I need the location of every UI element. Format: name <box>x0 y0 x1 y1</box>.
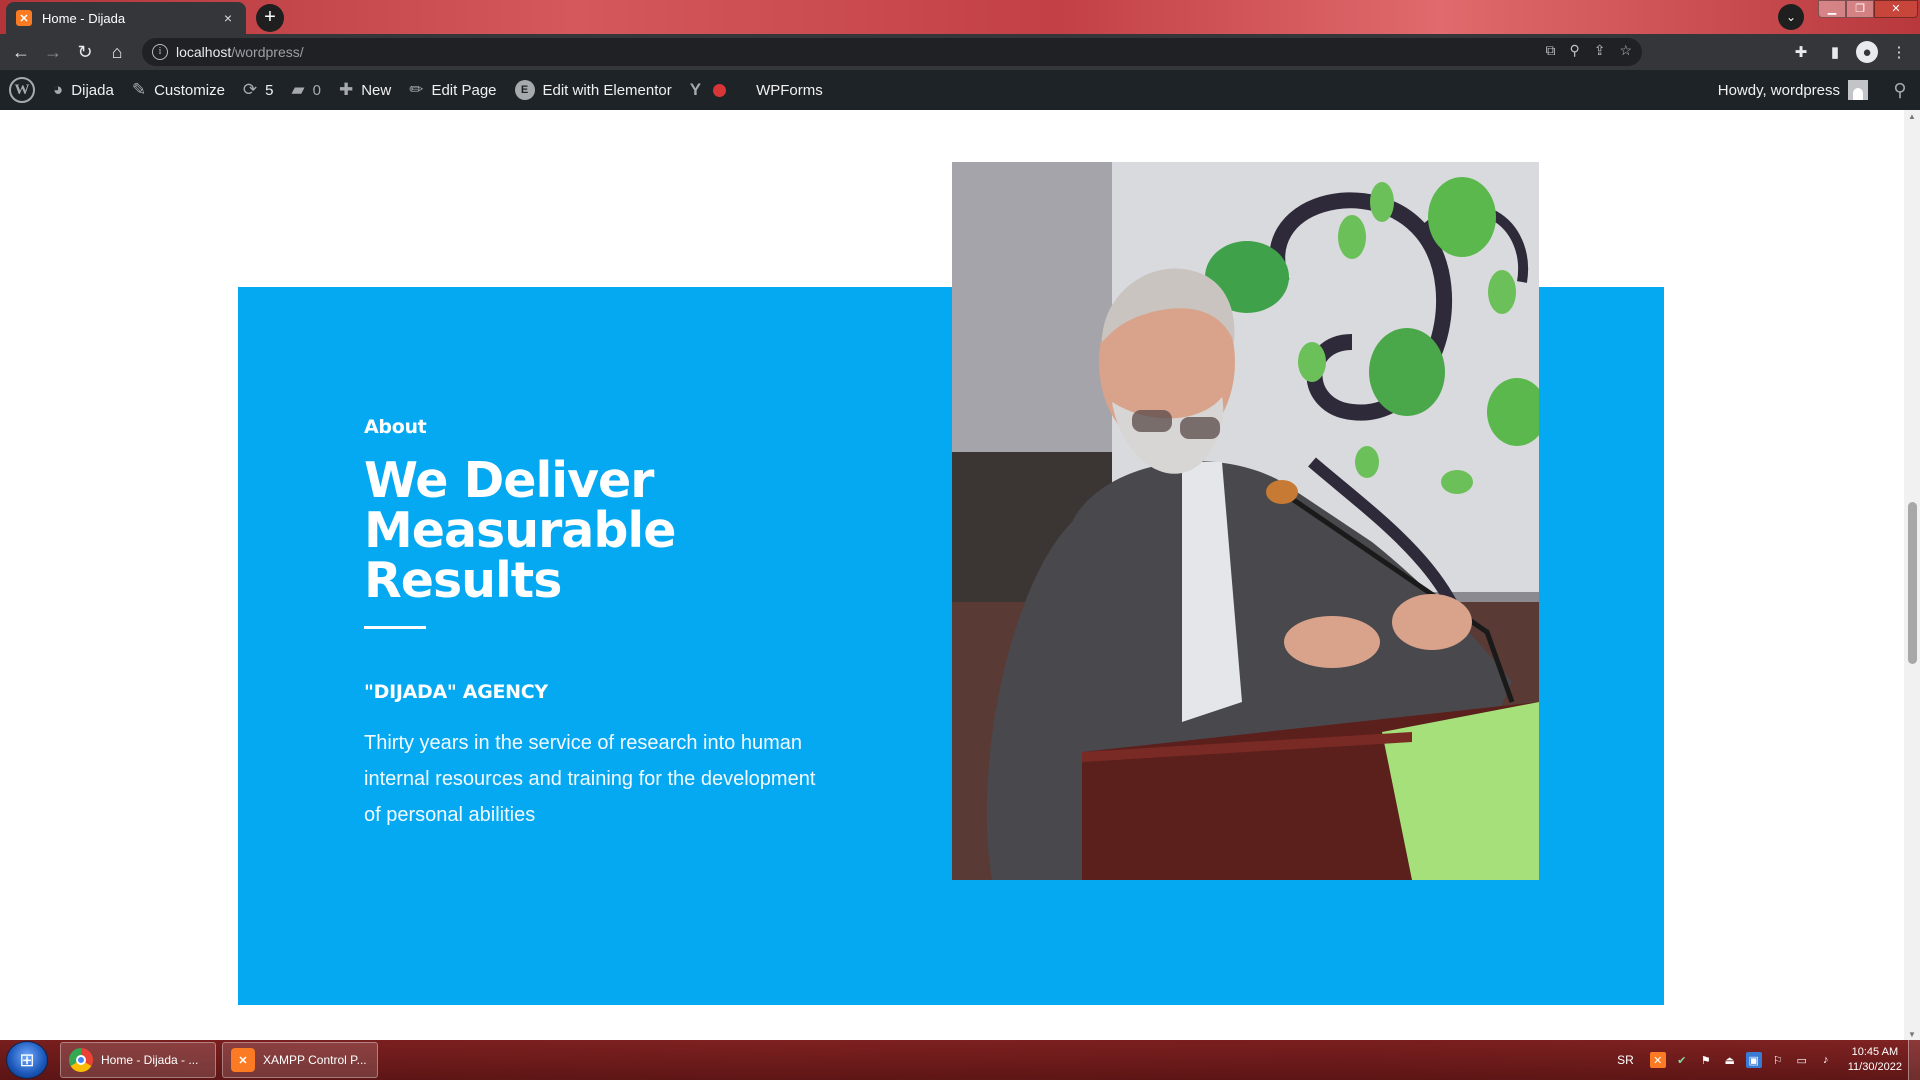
comment-bubble-icon: ▰ <box>291 80 305 99</box>
headline-line-1: We Deliver <box>364 452 654 509</box>
wpforms-menu[interactable]: WPForms <box>747 70 832 110</box>
page-scrollbar[interactable]: ▲ ▼ <box>1904 110 1920 1040</box>
back-arrow-icon[interactable]: ← <box>6 37 36 67</box>
comments-count: 0 <box>312 81 321 99</box>
headline-divider <box>364 626 426 629</box>
xampp-tray-icon[interactable]: ✕ <box>1649 1052 1666 1068</box>
browser-tab-strip: ✕ Home - Dijada × + ⌄ ▁ ❐ ✕ <box>0 0 1920 34</box>
show-desktop-button[interactable] <box>1908 1040 1920 1080</box>
about-eyebrow: About <box>364 416 427 438</box>
about-description: Thirty years in the service of research … <box>364 732 816 826</box>
yoast-seo-menu[interactable]: Y <box>681 70 747 110</box>
comments-link[interactable]: ▰ 0 <box>283 70 330 110</box>
headline-line-3: Results <box>364 552 562 609</box>
window-maximize-button[interactable]: ❐ <box>1846 0 1874 18</box>
taskbar-item-label: XAMPP Control P... <box>263 1053 367 1067</box>
updates-refresh-icon: ⟳ <box>242 80 258 99</box>
network-icon[interactable]: ▭ <box>1794 1052 1810 1068</box>
elementor-icon: E <box>514 80 535 100</box>
translate-icon[interactable]: ⧉ <box>1545 42 1555 59</box>
site-info-icon[interactable]: i <box>152 44 168 60</box>
network-share-icon[interactable]: ⚑ <box>1698 1052 1714 1068</box>
zoom-icon[interactable]: ⚲ <box>1569 42 1579 59</box>
plus-icon: ✚ <box>338 80 354 99</box>
clock-time: 10:45 AM <box>1851 1046 1899 1058</box>
edit-page-link[interactable]: ✏ Edit Page <box>400 70 505 110</box>
new-label: New <box>361 81 392 99</box>
taskbar-item-xampp[interactable]: ✕ XAMPP Control P... <box>222 1042 378 1078</box>
browser-toolbar: ← → ↻ ⌂ i localhost/wordpress/ ⧉ ⚲ ⇪ ☆ ✚… <box>0 34 1920 70</box>
clock-date: 11/30/2022 <box>1847 1061 1902 1073</box>
account-greeting[interactable]: Howdy, wordpress <box>1718 82 1840 99</box>
action-center-flag-icon[interactable]: ⚐ <box>1770 1052 1786 1068</box>
start-button[interactable]: ⊞ <box>6 1041 48 1079</box>
updates-count: 5 <box>265 81 274 99</box>
headline-line-2: Measurable <box>364 502 676 559</box>
extensions-puzzle-icon[interactable]: ✚ <box>1788 37 1814 67</box>
edit-page-label: Edit Page <box>431 81 497 99</box>
tab-title: Home - Dijada <box>42 10 126 26</box>
chrome-icon <box>69 1048 93 1072</box>
xampp-icon: ✕ <box>231 1048 255 1072</box>
taskbar-item-label: Home - Dijada - ... <box>101 1053 199 1067</box>
profile-avatar-icon[interactable]: ● <box>1856 41 1878 63</box>
admin-search-icon[interactable]: ⚲ <box>1880 80 1920 101</box>
customize-link[interactable]: ✎ Customize <box>123 70 234 110</box>
address-bar[interactable]: i localhost/wordpress/ ⧉ ⚲ ⇪ ☆ <box>142 38 1642 66</box>
updates-link[interactable]: ⟳ 5 <box>234 70 283 110</box>
edit-with-elementor-link[interactable]: E Edit with Elementor <box>506 70 681 110</box>
scrollbar-thumb[interactable] <box>1908 502 1917 664</box>
reload-icon[interactable]: ↻ <box>70 37 100 67</box>
window-minimize-button[interactable]: ▁ <box>1818 0 1846 18</box>
site-name-label: Dijada <box>71 81 114 99</box>
taskbar-item-chrome[interactable]: Home - Dijada - ... <box>60 1042 216 1078</box>
dashboard-gauge-icon: ◕ <box>53 80 64 99</box>
wordpress-logo-icon: W <box>9 77 35 103</box>
system-tray: SR ✕ ✔ ⚑ ⏏ ▣ ⚐ ▭ ♪ 10:45 AM 11/30/2022 <box>1617 1040 1920 1080</box>
clock[interactable]: 10:45 AM 11/30/2022 <box>1848 1045 1902 1075</box>
bookmark-star-icon[interactable]: ☆ <box>1619 42 1632 59</box>
os-taskbar: ⊞ Home - Dijada - ... ✕ XAMPP Control P.… <box>0 1040 1920 1080</box>
url-host: localhost <box>176 44 232 60</box>
tab-search-button[interactable]: ⌄ <box>1778 4 1804 30</box>
shield-check-icon[interactable]: ✔ <box>1674 1052 1690 1068</box>
wpforms-label: WPForms <box>756 81 823 99</box>
paintbrush-icon: ✎ <box>131 80 147 99</box>
side-panel-icon[interactable]: ▮ <box>1822 37 1848 67</box>
home-icon[interactable]: ⌂ <box>102 37 132 67</box>
new-tab-button[interactable]: + <box>256 4 284 32</box>
xampp-favicon-icon: ✕ <box>16 10 32 26</box>
menu-kebab-icon[interactable]: ⋮ <box>1886 37 1912 67</box>
forward-arrow-icon[interactable]: → <box>38 37 68 67</box>
speaker-photo <box>952 162 1539 880</box>
about-text-block: About We Deliver Measurable Results "DIJ… <box>364 416 884 833</box>
yoast-icon: Y <box>689 80 702 99</box>
url-path: /wordpress/ <box>231 44 304 60</box>
window-close-button[interactable]: ✕ <box>1874 0 1918 18</box>
share-icon[interactable]: ⇪ <box>1594 42 1606 59</box>
agency-heading: "DIJADA" AGENCY <box>364 681 548 703</box>
scroll-up-arrow-icon[interactable]: ▲ <box>1908 112 1916 121</box>
pencil-icon: ✏ <box>409 80 424 99</box>
new-content-menu[interactable]: ✚ New <box>330 70 400 110</box>
seo-status-dot-icon <box>713 83 727 97</box>
wp-logo-menu[interactable]: W <box>0 70 44 110</box>
edit-elementor-label: Edit with Elementor <box>542 81 672 99</box>
scroll-down-arrow-icon[interactable]: ▼ <box>1908 1030 1916 1039</box>
tab-close-icon[interactable]: × <box>220 10 236 26</box>
customize-label: Customize <box>154 81 225 99</box>
wp-admin-bar: W ◕ Dijada ✎ Customize ⟳ 5 ▰ 0 ✚ New ✏ E… <box>0 70 1920 110</box>
site-name-menu[interactable]: ◕ Dijada <box>44 70 123 110</box>
user-avatar-icon[interactable] <box>1848 80 1868 100</box>
browser-tab-home[interactable]: ✕ Home - Dijada × <box>6 2 246 34</box>
language-indicator[interactable]: SR <box>1617 1053 1634 1067</box>
usb-device-icon[interactable]: ⏏ <box>1722 1052 1738 1068</box>
page-viewport: About We Deliver Measurable Results "DIJ… <box>0 110 1904 1040</box>
volume-icon[interactable]: ♪ <box>1818 1052 1834 1068</box>
app-tray-icon[interactable]: ▣ <box>1745 1052 1762 1068</box>
about-headline: We Deliver Measurable Results <box>364 456 884 606</box>
